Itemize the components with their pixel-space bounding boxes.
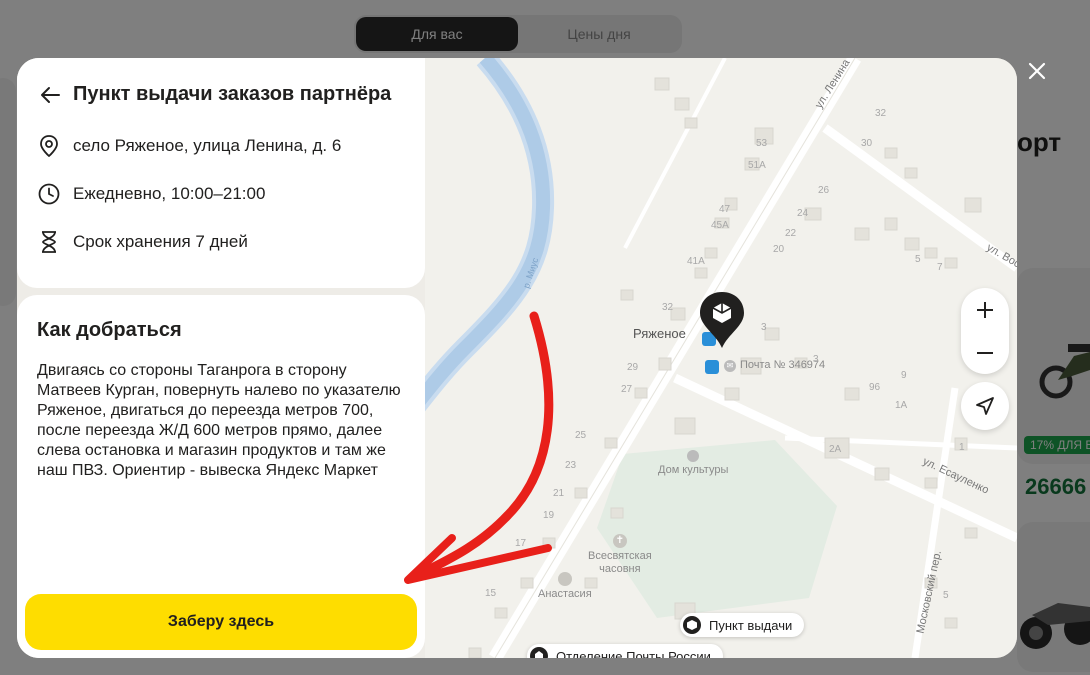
house-number: 20: [773, 244, 785, 255]
house-number: 15: [485, 588, 497, 599]
chapel-label: ✝ Всесвятская часовня: [588, 534, 652, 576]
address-text: село Ряженое, улица Ленина, д. 6: [73, 136, 342, 155]
basket-icon: [557, 572, 572, 586]
house-number: 1А: [895, 400, 908, 411]
house-number: 53: [756, 138, 768, 149]
address-row: село Ряженое, улица Ленина, д. 6: [37, 134, 341, 158]
culture-house-text: Дом культуры: [658, 464, 729, 476]
house-number: 45А: [711, 220, 729, 231]
house-number: 96: [869, 382, 881, 393]
legend-post-office[interactable]: Отделение Почты России: [527, 644, 723, 658]
house-number: 47: [719, 204, 731, 215]
post-icon: [530, 647, 548, 658]
minus-icon: [977, 351, 993, 354]
legend-pickup-point[interactable]: Пункт выдачи: [680, 613, 805, 637]
chapel-line2: часовня: [599, 563, 641, 575]
map[interactable]: Ряженое р. Миус ✉ Почта № 346974 Дом куль…: [425, 58, 1017, 658]
house-number: 7: [937, 262, 943, 273]
storage-text: Срок хранения 7 дней: [73, 232, 248, 251]
museum-icon: [687, 450, 700, 462]
storage-row: Срок хранения 7 дней: [37, 230, 248, 254]
hours-text: Ежедневно, 10:00–21:00: [73, 184, 266, 203]
directions-card: Как добраться Двигаясь со стороны Таганр…: [17, 295, 425, 658]
directions-title: Как добраться: [37, 319, 182, 341]
house-number: 29: [627, 362, 639, 373]
pickup-details-panel: Пункт выдачи заказов партнёра село Ряжен…: [17, 58, 425, 658]
close-icon: [1028, 62, 1046, 80]
locate-me-button[interactable]: [961, 382, 1009, 430]
close-button[interactable]: [1024, 58, 1050, 84]
house-number: 51А: [748, 160, 766, 171]
house-number: 1: [959, 442, 965, 453]
navigation-arrow-icon: [976, 397, 994, 415]
house-number: 24: [797, 208, 809, 219]
clock-icon: [37, 182, 61, 206]
plus-icon: [977, 301, 993, 318]
legend-post-label: Отделение Почты России: [556, 648, 711, 659]
culture-house-label: Дом культуры: [658, 450, 728, 476]
house-number: 3: [813, 354, 819, 365]
back-arrow-icon[interactable]: [39, 84, 61, 106]
house-number: 23: [565, 460, 577, 471]
cross-icon: ✝: [612, 534, 627, 548]
house-number: 9: [901, 370, 907, 381]
pick-here-button[interactable]: Заберу здесь: [25, 594, 417, 650]
legend-pickup-label: Пункт выдачи: [709, 617, 793, 633]
house-number: 5: [943, 590, 949, 601]
post-office-label: ✉ Почта № 346974: [724, 359, 825, 372]
house-number: 5: [915, 254, 921, 265]
zoom-out-button[interactable]: [961, 331, 1009, 374]
house-number: 25: [575, 430, 587, 441]
house-number: 30: [861, 138, 873, 149]
house-number: 21: [553, 488, 565, 499]
hours-row: Ежедневно, 10:00–21:00: [37, 182, 265, 206]
house-number: 2А: [829, 444, 842, 455]
chapel-line1: Всесвятская: [588, 550, 652, 562]
house-number: 32: [662, 302, 674, 313]
directions-text: Двигаясь со стороны Таганрога в сторону …: [37, 362, 401, 479]
zoom-in-button[interactable]: [961, 288, 1009, 331]
zoom-controls: [961, 288, 1009, 374]
pickup-title: Пункт выдачи заказов партнёра: [73, 83, 392, 105]
box-icon: [683, 616, 701, 634]
village-label: Ряженое: [633, 326, 686, 341]
hourglass-icon: [37, 230, 61, 254]
house-number: 17: [515, 538, 527, 549]
pickup-info-card: Пункт выдачи заказов партнёра село Ряжен…: [17, 58, 425, 288]
location-pin-icon: [37, 134, 61, 158]
pickup-point-pin[interactable]: [698, 290, 746, 350]
house-number: 19: [543, 510, 555, 521]
shop-label: Анастасия: [538, 572, 592, 600]
house-number: 3: [761, 322, 767, 333]
shop-text: Анастасия: [538, 588, 592, 600]
house-number: 32: [875, 108, 887, 119]
house-number: 41А: [687, 256, 705, 267]
house-number: 27: [621, 384, 633, 395]
house-number: 26: [818, 185, 830, 196]
pickup-point-modal: Ряженое р. Миус ✉ Почта № 346974 Дом куль…: [17, 58, 1017, 658]
house-number: 22: [785, 228, 797, 239]
